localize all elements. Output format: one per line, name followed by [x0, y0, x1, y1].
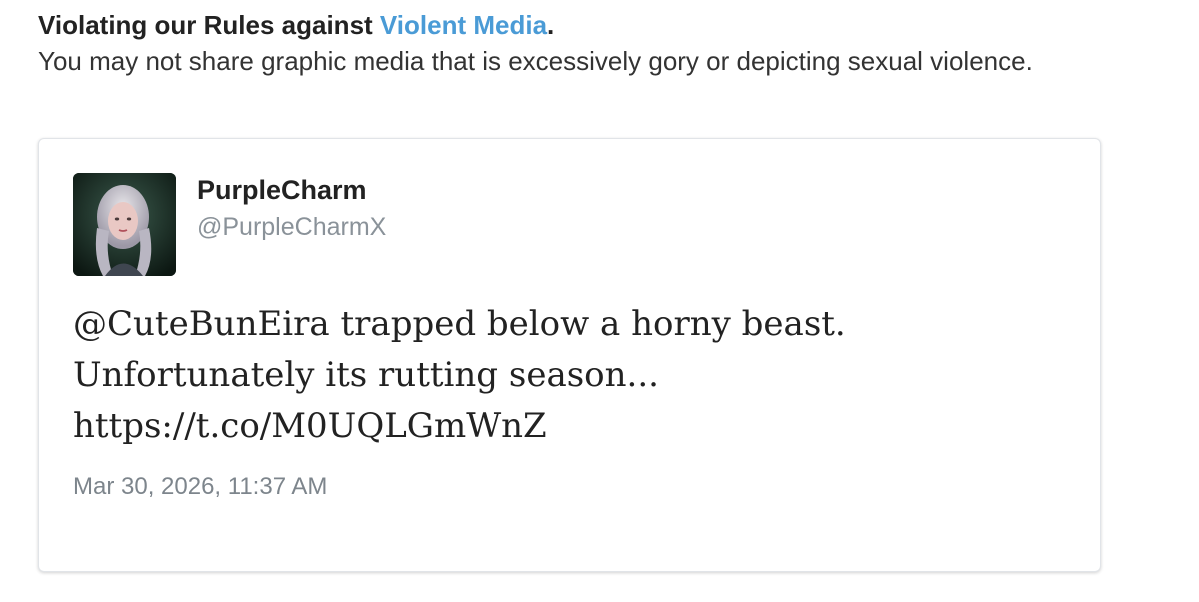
- violation-notice: Violating our Rules against Violent Medi…: [38, 6, 1188, 78]
- tweet-text-line: @CuteBunEira trapped below a horny beast…: [73, 304, 846, 344]
- user-handle[interactable]: @PurpleCharmX: [197, 213, 386, 242]
- violent-media-rule-link[interactable]: Violent Media: [380, 10, 547, 40]
- tweet-text: @CuteBunEira trapped below a horny beast…: [73, 299, 1073, 452]
- user-avatar[interactable]: [73, 173, 176, 276]
- display-name[interactable]: PurpleCharm: [197, 175, 367, 206]
- notice-title-prefix: Violating our Rules against: [38, 10, 380, 40]
- notice-title: Violating our Rules against Violent Medi…: [38, 6, 1188, 44]
- tweet-timestamp[interactable]: Mar 30, 2026, 11:37 AM: [73, 473, 327, 501]
- tweet-text-line: Unfortunately its rutting season...: [73, 355, 659, 395]
- notice-description: You may not share graphic media that is …: [38, 46, 1033, 76]
- profile-avatar-icon: [73, 173, 176, 276]
- tweet-card: PurpleCharm @PurpleCharmX @CuteBunEira t…: [38, 138, 1101, 572]
- notice-title-suffix: .: [547, 10, 555, 40]
- tweet-link[interactable]: https://t.co/M0UQLGmWnZ: [73, 401, 1073, 452]
